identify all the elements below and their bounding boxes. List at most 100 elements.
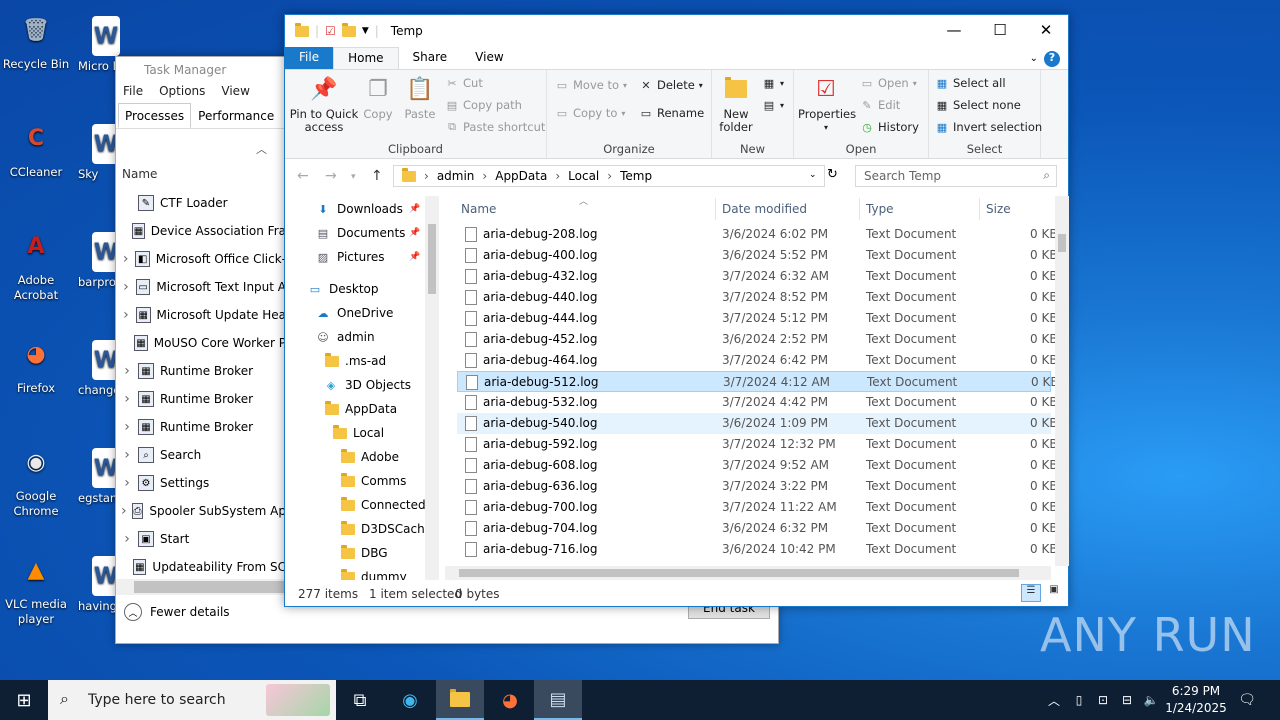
file-row[interactable]: aria-debug-540.log 3/6/2024 1:09 PM Text D… [457,413,1055,434]
nav-item--ms-ad[interactable]: .ms-ad [325,349,386,373]
forward-arrow-icon[interactable]: → [325,168,337,184]
nav-item-d3dscache[interactable]: D3DSCache [341,517,432,541]
breadcrumb-separator-icon[interactable]: › [607,169,612,183]
nav-item-pictures[interactable]: ▨ Pictures 📌 [315,245,420,269]
breadcrumb[interactable]: › admin › AppData › Local › Temp [393,165,825,187]
nav-item-local[interactable]: Local [333,421,384,445]
breadcrumb-local[interactable]: Local [568,169,599,183]
breadcrumb-separator-icon[interactable]: › [482,169,487,183]
recent-dropdown-icon[interactable]: ▾ [351,172,356,182]
move-to-button[interactable]: ▭ Move to ▾ [555,78,627,92]
file-row[interactable]: aria-debug-636.log 3/7/2024 3:22 PM Text D… [457,476,1055,497]
file-row[interactable]: aria-debug-592.log 3/7/2024 12:32 PM Text … [457,434,1055,455]
process-row[interactable]: › ▣ Start [116,525,286,553]
nav-item-desktop[interactable]: ▭ Desktop [307,277,379,301]
copy-path-button[interactable]: ▤ Copy path [445,98,522,112]
ribbon-tab-share[interactable]: Share [399,47,462,69]
fewer-details-button[interactable]: ︿ Fewer details [124,603,230,621]
back-arrow-icon[interactable]: ← [297,168,309,184]
file-row[interactable]: aria-debug-452.log 3/6/2024 2:52 PM Text D… [457,329,1055,350]
edit-button[interactable]: ✎ Edit [860,98,900,112]
nav-item-dummy[interactable]: dummy [341,565,407,580]
desktop-icon-5[interactable]: ▲ VLC media player [0,546,72,627]
file-row[interactable]: aria-debug-704.log 3/6/2024 6:32 PM Text D… [457,518,1055,539]
expand-chevron-icon[interactable]: › [116,531,138,547]
properties-button[interactable]: ☑ Properties ▾ [798,74,856,134]
nav-item-3d-objects[interactable]: ◈ 3D Objects [323,373,411,397]
ribbon-tab-view[interactable]: View [461,47,517,69]
new-item-button[interactable]: ▦ ▾ [762,76,784,90]
nav-item-documents[interactable]: ▤ Documents 📌 [315,221,420,245]
process-row[interactable]: › ▭ Microsoft Text Input A [116,273,286,301]
process-row[interactable]: › ◧ Microsoft Office Click- [116,245,286,273]
expand-chevron-icon[interactable]: › [116,363,138,379]
process-row[interactable]: ▦ MoUSO Core Worker P [116,329,286,357]
address-dropdown-icon[interactable]: ⌄ [809,170,817,180]
process-row[interactable]: ✎ CTF Loader [116,189,286,217]
desktop-icon-0[interactable]: 🗑 Recycle Bin [0,6,72,72]
process-row[interactable]: ▦ Updateability From SC [116,553,286,581]
file-row[interactable]: aria-debug-512.log 3/7/2024 4:12 AM Text D… [457,371,1055,392]
task-manager-taskbar-icon[interactable]: ▤ [534,680,582,720]
task-view-icon[interactable]: ⧉ [336,680,384,720]
taskbar-search-box[interactable]: ⌕ Type here to search [48,680,336,720]
open-button[interactable]: ▭ Open ▾ [860,76,917,90]
breadcrumb-separator-icon[interactable]: › [555,169,560,183]
notifications-icon[interactable]: 🗨 [1234,680,1260,720]
file-row[interactable]: aria-debug-208.log 3/6/2024 6:02 PM Text D… [457,224,1055,245]
desktop-icon-4[interactable]: ◉ Google Chrome [0,438,72,519]
desktop-icon-2[interactable]: A Adobe Acrobat [0,222,72,303]
ribbon-collapse-icon[interactable]: ⌄ [1030,53,1038,64]
collapse-chevron-icon[interactable]: ︿ [256,141,267,157]
rename-button[interactable]: ▭ Rename [639,106,704,120]
nav-item-downloads[interactable]: ⬇ Downloads 📌 [315,197,420,221]
pin-quick-access-button[interactable]: 📌 Pin to Quick access [289,74,359,134]
file-row[interactable]: aria-debug-464.log 3/7/2024 6:42 PM Text D… [457,350,1055,371]
start-button[interactable]: ⊞ [0,680,48,720]
ribbon-tab-home[interactable]: Home [333,47,399,69]
process-row[interactable]: › ⎙ Spooler SubSystem Ap [116,497,286,525]
files-vscrollbar[interactable] [1055,196,1069,566]
volume-icon[interactable]: 🔈 [1140,680,1162,720]
nav-item-comms[interactable]: Comms [341,469,406,493]
invert-selection-button[interactable]: ▦ Invert selection [935,120,1042,134]
nav-item-adobe[interactable]: Adobe [341,445,399,469]
file-row[interactable]: aria-debug-444.log 3/7/2024 5:12 PM Text D… [457,308,1055,329]
cut-button[interactable]: ✂ Cut [445,76,482,90]
tray-device-icon[interactable]: ⊡ [1092,680,1114,720]
file-row[interactable]: aria-debug-532.log 3/7/2024 4:42 PM Text D… [457,392,1055,413]
refresh-icon[interactable]: ↻ [827,167,838,182]
properties-qat-icon[interactable]: ☑ [325,24,336,38]
expand-chevron-icon[interactable]: › [116,279,136,295]
edge-icon[interactable]: ◉ [386,680,434,720]
nav-item-admin[interactable]: ☺ admin [315,325,374,349]
select-none-button[interactable]: ▦ Select none [935,98,1021,112]
expand-chevron-icon[interactable]: › [116,419,138,435]
select-all-button[interactable]: ▦ Select all [935,76,1006,90]
desktop-icon-3[interactable]: ◕ Firefox [0,330,72,396]
nav-item-dbg[interactable]: DBG [341,541,388,565]
expand-chevron-icon[interactable]: › [116,391,138,407]
tm-menu-options[interactable]: Options [159,84,205,103]
nav-vscrollbar[interactable] [425,196,439,580]
help-icon[interactable]: ? [1044,51,1060,67]
nav-item-connectedd[interactable]: ConnectedD [341,493,435,517]
file-explorer-taskbar-icon[interactable] [436,680,484,720]
breadcrumb-separator-icon[interactable]: › [424,169,429,183]
tray-app-icon[interactable]: ▯ [1068,680,1090,720]
file-row[interactable]: aria-debug-432.log 3/7/2024 6:32 AM Text D… [457,266,1055,287]
process-row[interactable]: › ▦ Runtime Broker [116,413,286,441]
tab-performance[interactable]: Performance [191,103,281,128]
tm-menu-file[interactable]: File [123,84,143,103]
process-row[interactable]: › ▦ Runtime Broker [116,357,286,385]
up-arrow-icon[interactable]: ↑ [371,168,383,184]
process-row[interactable]: › ▦ Microsoft Update Hea [116,301,286,329]
name-column-header[interactable]: Name [122,167,157,181]
paste-shortcut-button[interactable]: ⧉ Paste shortcut [445,120,545,134]
delete-button[interactable]: ✕ Delete ▾ [639,78,702,92]
tab-processes[interactable]: Processes [118,103,192,128]
tm-menu-view[interactable]: View [221,84,249,103]
clock[interactable]: 6:29 PM 1/24/2025 [1162,683,1230,717]
file-row[interactable]: aria-debug-716.log 3/6/2024 10:42 PM Text … [457,539,1055,560]
nav-item-onedrive[interactable]: ☁ OneDrive [315,301,394,325]
